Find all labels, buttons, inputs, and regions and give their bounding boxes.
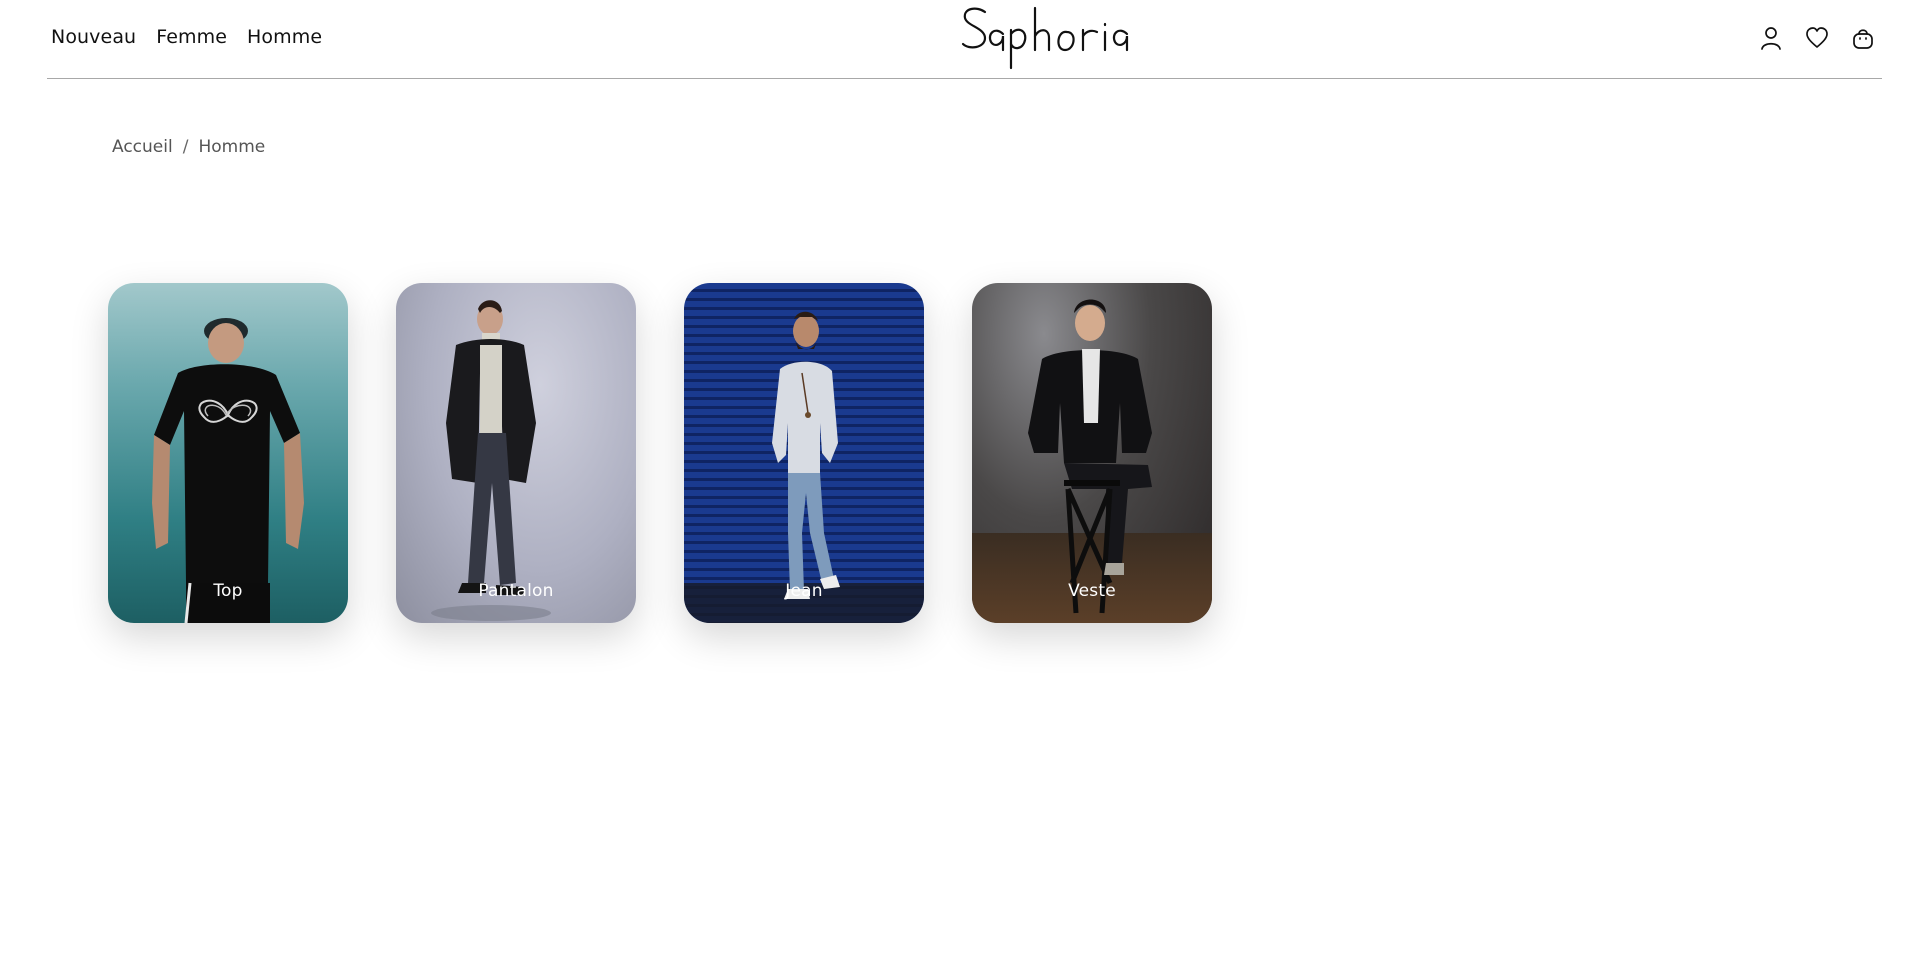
bag-icon[interactable]: [1851, 25, 1875, 51]
user-icon[interactable]: [1759, 25, 1783, 51]
category-label-top: Top: [213, 581, 243, 601]
breadcrumb-home-link[interactable]: Accueil: [112, 137, 173, 157]
category-label-veste: Veste: [1068, 581, 1116, 601]
category-label-pantalon: Pantalon: [478, 581, 554, 601]
nav-item-homme[interactable]: Homme: [247, 26, 322, 48]
brand-logo-mark: [961, 6, 1129, 70]
category-card-pantalon[interactable]: Pantalon: [396, 283, 636, 623]
site-header: Nouveau Femme Homme: [0, 0, 1913, 80]
breadcrumb: Accueil / Homme: [112, 137, 265, 157]
category-card-veste[interactable]: Veste: [972, 283, 1212, 623]
heart-icon[interactable]: [1805, 25, 1829, 51]
category-image-veste: [972, 283, 1212, 623]
category-image-pantalon: [396, 283, 636, 623]
category-label-jean: Jean: [785, 581, 823, 601]
header-actions: [1759, 25, 1875, 51]
nav-item-nouveau[interactable]: Nouveau: [51, 26, 136, 48]
category-card-top[interactable]: Top: [108, 283, 348, 623]
breadcrumb-current: Homme: [198, 137, 266, 157]
category-image-jean: [684, 283, 924, 623]
category-card-jean[interactable]: Jean: [684, 283, 924, 623]
main-nav: Nouveau Femme Homme: [51, 26, 322, 48]
brand-logo[interactable]: [955, 0, 1135, 72]
breadcrumb-separator: /: [182, 137, 189, 157]
category-grid: Top Pantalon Jean Veste: [108, 283, 1212, 623]
header-divider: [47, 78, 1882, 79]
category-image-top: [108, 283, 348, 623]
nav-item-femme[interactable]: Femme: [156, 26, 227, 48]
